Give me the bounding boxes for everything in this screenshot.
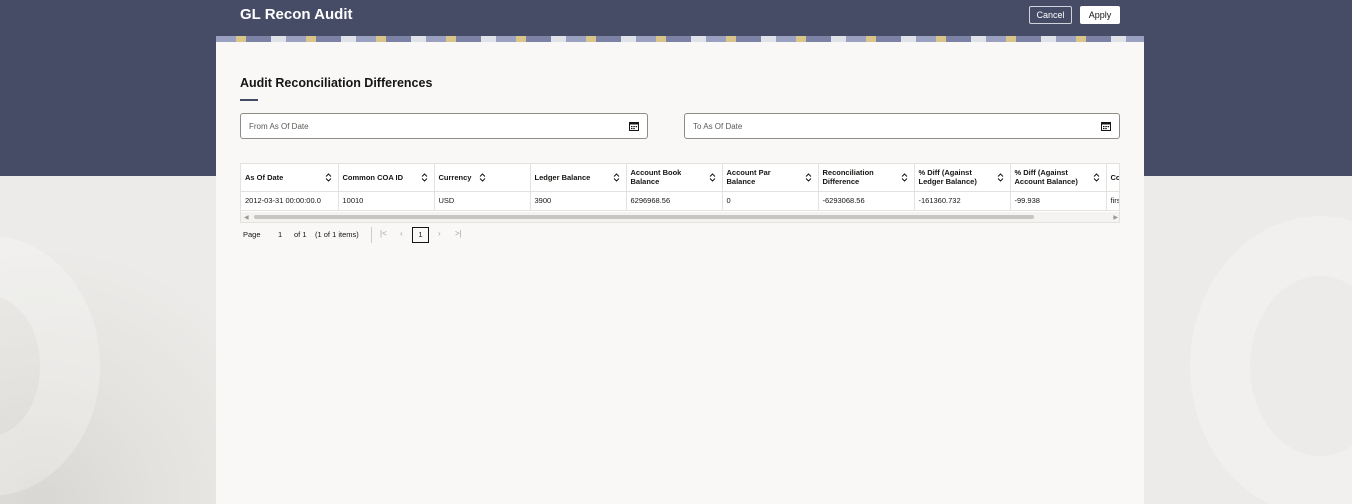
sort-icon[interactable]: [805, 173, 812, 182]
from-date-field[interactable]: From As Of Date: [240, 113, 648, 139]
to-date-field[interactable]: To As Of Date: [684, 113, 1120, 139]
column-header[interactable]: Co: [1106, 164, 1119, 192]
column-header[interactable]: Common COA ID: [338, 164, 435, 192]
scrollbar-thumb[interactable]: [254, 215, 1034, 219]
pager-divider: [371, 227, 372, 243]
data-grid: As Of Date Common COA ID Currency Ledger…: [240, 163, 1120, 223]
table-cell: -6293068.56: [818, 191, 915, 211]
table-cell: firs: [1106, 191, 1119, 211]
column-header[interactable]: Ledger Balance: [530, 164, 627, 192]
page-label: Page: [243, 230, 261, 239]
section-title: Audit Reconciliation Differences: [240, 76, 433, 90]
from-date-label: From As Of Date: [249, 122, 309, 131]
items-count: (1 of 1 items): [315, 230, 359, 239]
main-panel: Audit Reconciliation Differences From As…: [216, 42, 1144, 504]
table-cell: USD: [434, 191, 531, 211]
column-header[interactable]: As Of Date: [241, 164, 339, 192]
last-page-icon[interactable]: >|: [455, 229, 462, 238]
column-header[interactable]: Account Par Balance: [722, 164, 819, 192]
section-underline: [240, 99, 258, 101]
table-row[interactable]: 2012-03-31 00:00:00.0 10010 USD 3900 629…: [241, 191, 1119, 211]
sort-icon[interactable]: [613, 173, 620, 182]
table-cell: 3900: [530, 191, 627, 211]
sort-icon[interactable]: [1093, 173, 1100, 182]
pagination: Page 1 of 1 (1 of 1 items) |< ‹ 1 › >|: [243, 227, 543, 243]
next-page-icon[interactable]: ›: [438, 229, 441, 238]
table-cell: -161360.732: [914, 191, 1011, 211]
page-input[interactable]: 1: [278, 230, 282, 239]
sort-icon[interactable]: [325, 173, 332, 182]
horizontal-scrollbar[interactable]: ◀ ▶: [241, 212, 1119, 222]
column-header[interactable]: % Diff (Against Ledger Balance): [914, 164, 1011, 192]
prev-page-icon[interactable]: ‹: [400, 229, 403, 238]
title-bar: GL Recon Audit Cancel Apply: [216, 0, 1144, 36]
column-header[interactable]: Reconciliation Difference: [818, 164, 915, 192]
table-cell: 6296968.56: [626, 191, 723, 211]
cancel-button[interactable]: Cancel: [1029, 6, 1072, 24]
sort-icon[interactable]: [997, 173, 1004, 182]
apply-button[interactable]: Apply: [1080, 6, 1120, 24]
sort-icon[interactable]: [479, 173, 486, 182]
scroll-left-icon[interactable]: ◀: [244, 214, 249, 221]
table-cell: -99.938: [1010, 191, 1107, 211]
column-header[interactable]: Currency: [434, 164, 531, 192]
sort-icon[interactable]: [901, 173, 908, 182]
sort-icon[interactable]: [421, 173, 428, 182]
scroll-right-icon[interactable]: ▶: [1113, 214, 1118, 221]
column-header[interactable]: % Diff (Against Account Balance): [1010, 164, 1107, 192]
column-header[interactable]: Account Book Balance: [626, 164, 723, 192]
first-page-icon[interactable]: |<: [380, 229, 387, 238]
table-cell: 2012-03-31 00:00:00.0: [241, 191, 339, 211]
table-header-row: As Of Date Common COA ID Currency Ledger…: [241, 164, 1119, 192]
sort-icon[interactable]: [709, 173, 716, 182]
table-cell: 10010: [338, 191, 435, 211]
table-cell: 0: [722, 191, 819, 211]
to-date-label: To As Of Date: [693, 122, 743, 131]
page-number-button[interactable]: 1: [412, 227, 429, 243]
calendar-icon[interactable]: [1101, 121, 1111, 131]
page-title: GL Recon Audit: [240, 6, 353, 23]
page-of-label: of 1: [294, 230, 307, 239]
data-table: As Of Date Common COA ID Currency Ledger…: [241, 164, 1119, 211]
calendar-icon[interactable]: [629, 121, 639, 131]
